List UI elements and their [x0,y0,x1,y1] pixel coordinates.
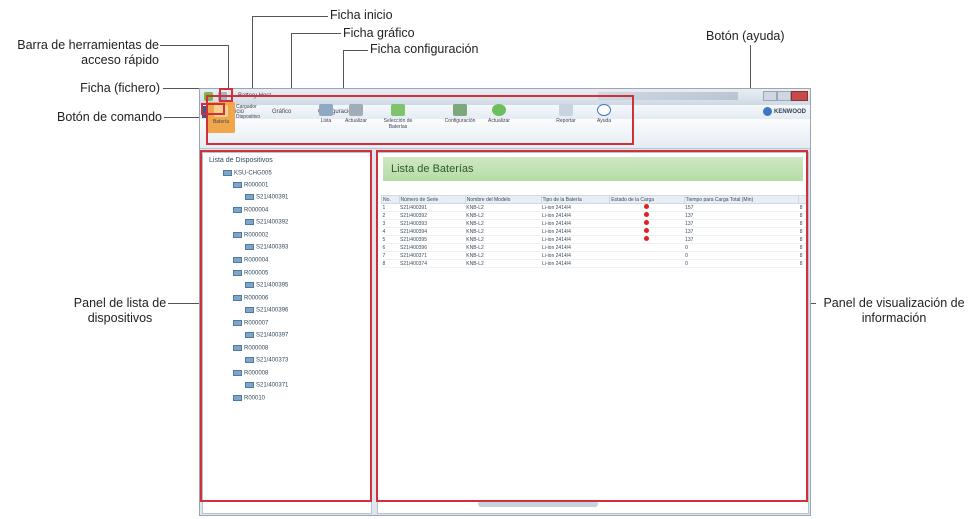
highlight-command-buttons [206,95,634,145]
leader-line [343,50,344,88]
leader-line [291,33,292,88]
callout-ficha-grafico: Ficha gráfico [343,26,415,40]
highlight-info-pane [376,150,808,502]
leader-line [163,88,199,89]
leader-line [160,45,228,46]
callout-boton-ayuda: Botón (ayuda) [706,29,785,43]
leader-line [252,16,253,88]
leader-line [168,303,200,304]
leader-line [228,45,229,88]
close-button[interactable] [791,91,808,101]
highlight-device-list [200,150,372,502]
callout-panel-lista: Panel de lista de dispositivos [73,296,167,325]
callout-boton-comando: Botón de comando [57,110,162,124]
callout-barra-herramientas: Barra de herramientas de acceso rápido [17,38,159,67]
callout-panel-visualizacion: Panel de visualización de información [823,296,965,325]
callout-ficha-inicio: Ficha inicio [330,8,393,22]
leader-line [252,16,328,17]
minimize-button[interactable] [763,91,777,101]
leader-line [291,33,341,34]
maximize-button[interactable] [777,91,791,101]
leader-line [343,50,368,51]
brand-logo: KENWOOD [774,109,806,115]
callout-ficha-configuracion: Ficha configuración [370,42,479,56]
callout-ficha-fichero: Ficha (fichero) [80,81,160,95]
help-icon[interactable] [763,107,772,116]
